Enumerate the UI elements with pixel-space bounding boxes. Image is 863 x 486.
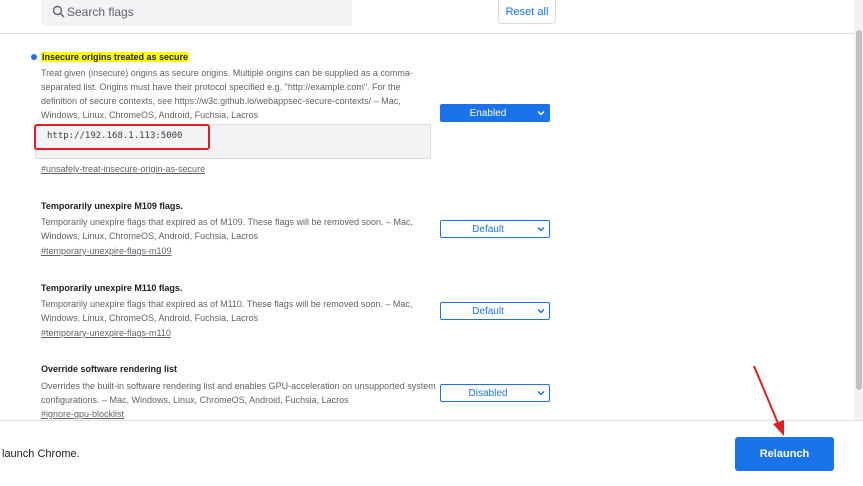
annotation-highlight-box (34, 124, 210, 150)
flag-description: Temporarily unexpire flags that expired … (41, 217, 414, 241)
modified-indicator-dot (31, 54, 37, 60)
annotation-arrow-icon (753, 365, 784, 436)
scrollbar-thumb[interactable] (856, 30, 862, 390)
flag-anchor-link[interactable]: #unsafely-treat-insecure-origin-as-secur… (41, 164, 205, 174)
search-placeholder: Search flags (67, 5, 134, 19)
flag-state-select[interactable]: Default (440, 220, 550, 238)
relaunch-button[interactable]: Relaunch (735, 437, 834, 471)
flag-description: Treat given (insecure) origins as secure… (41, 68, 413, 120)
flag-title: Temporarily unexpire M110 flags. (41, 283, 183, 293)
flag-anchor-link[interactable]: #temporary-unexpire-flags-m109 (41, 246, 172, 256)
chevron-down-icon (537, 390, 545, 396)
chevron-down-icon (537, 226, 545, 232)
flag-title: Override software rendering list (41, 364, 178, 374)
relaunch-message: launch Chrome. (2, 448, 80, 460)
chevron-down-icon (537, 308, 545, 314)
search-input[interactable]: Search flags (41, 0, 352, 26)
flag-description: Temporarily unexpire flags that expired … (41, 299, 413, 323)
flag-anchor-link[interactable]: #ignore-gpu-blocklist (41, 409, 124, 419)
flag-title: Temporarily unexpire M109 flags. (41, 201, 183, 211)
divider (0, 33, 854, 34)
relaunch-bar (0, 420, 863, 486)
flag-state-value: Default (472, 306, 504, 317)
chevron-down-icon (537, 110, 545, 116)
flag-state-select[interactable]: Enabled (440, 104, 550, 122)
flag-state-value: Enabled (469, 108, 507, 119)
flag-state-select[interactable]: Disabled (440, 384, 550, 402)
flag-state-value: Default (472, 224, 504, 235)
search-icon (52, 5, 65, 18)
flag-title: Insecure origins treated as secure (41, 52, 190, 62)
flag-state-select[interactable]: Default (440, 302, 550, 320)
flag-description: Overrides the built-in software renderin… (41, 381, 436, 405)
flag-state-value: Disabled (468, 388, 508, 399)
flag-anchor-link[interactable]: #temporary-unexpire-flags-m110 (41, 328, 171, 338)
reset-all-button[interactable]: Reset all (498, 0, 556, 24)
